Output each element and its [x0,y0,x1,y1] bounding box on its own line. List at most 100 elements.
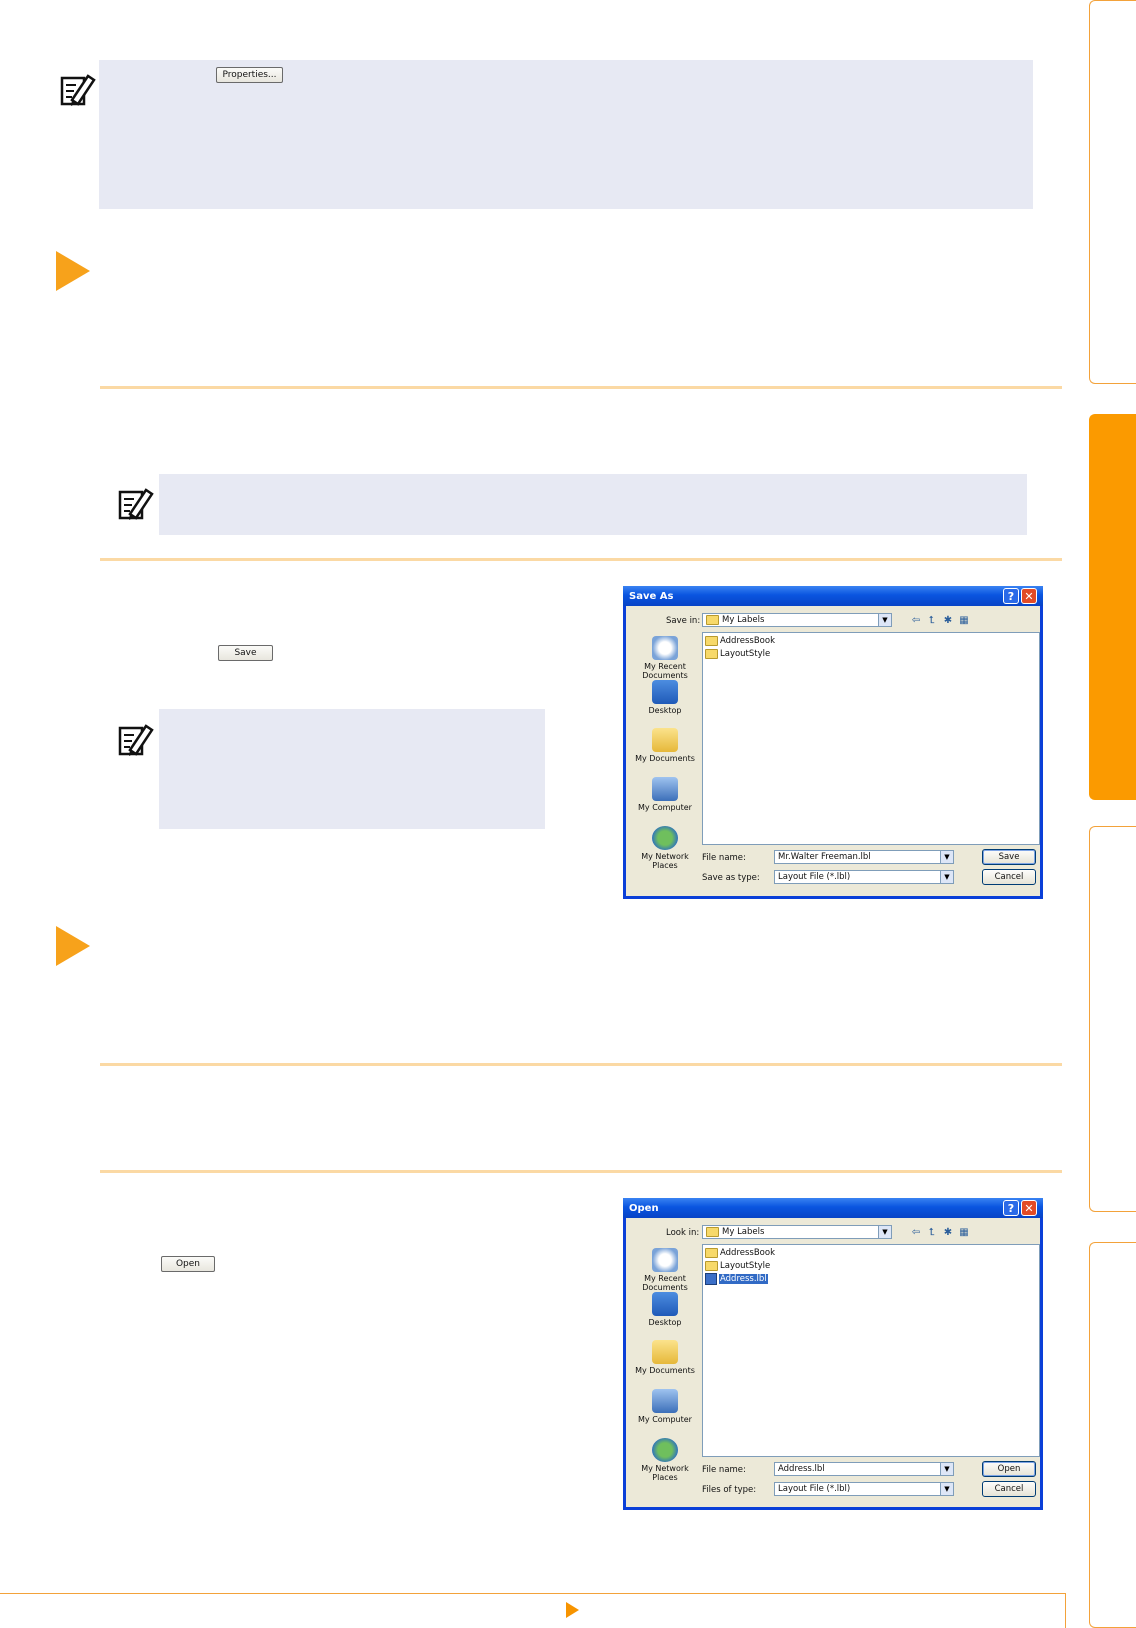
open-dialog: Open ? ✕ Look in: My Labels ▼ ⇦ ⮤ ✱ ▦ My… [623,1198,1043,1510]
back-icon[interactable]: ⇦ [910,1226,922,1238]
folder-icon [705,636,718,646]
place-label: My Documents [635,1366,695,1375]
file-name: LayoutStyle [720,1261,771,1271]
help-icon[interactable]: ? [1003,588,1019,604]
next-page-arrow-icon[interactable] [566,1602,579,1618]
save-button[interactable]: Save [982,849,1036,865]
cancel-button[interactable]: Cancel [982,1481,1036,1497]
place-recent[interactable]: My Recent Documents [630,1248,700,1292]
chevron-down-icon: ▼ [878,1226,891,1238]
side-tab-3[interactable] [1089,826,1136,1212]
recent-documents-icon [652,1248,678,1272]
file-list[interactable]: AddressBook LayoutStyle Address.lbl [702,1244,1040,1457]
up-folder-icon[interactable]: ⮤ [926,1226,938,1238]
memo-pencil-icon [58,70,96,108]
dialog-title: Save As [629,590,674,602]
place-my-documents[interactable]: My Documents [630,728,700,763]
place-label: My Recent Documents [642,662,688,680]
location-label: Save in: [666,616,701,626]
place-network[interactable]: My Network Places [630,826,700,870]
help-icon[interactable]: ? [1003,1200,1019,1216]
section-divider [100,386,1062,389]
dialog-title-bar: Save As ? ✕ [623,586,1043,606]
list-item[interactable]: LayoutStyle [705,1260,770,1272]
location-dropdown[interactable]: My Labels ▼ [702,1225,892,1239]
new-folder-icon[interactable]: ✱ [942,614,954,626]
folder-icon [706,1227,719,1237]
chevron-down-icon: ▼ [940,1483,953,1495]
up-folder-icon[interactable]: ⮤ [926,614,938,626]
filetype-dropdown[interactable]: Layout File (*.lbl) ▼ [774,1482,954,1496]
place-recent[interactable]: My Recent Documents [630,636,700,680]
place-label: My Computer [638,803,692,812]
memo-pencil-icon [116,484,154,522]
place-label: My Network Places [641,1464,689,1482]
place-desktop[interactable]: Desktop [630,680,700,715]
label-file-icon [705,1273,717,1285]
properties-button[interactable]: Properties... [216,67,283,83]
file-name: Address.lbl [719,1274,768,1284]
network-places-icon [652,826,678,850]
filename-label: File name: [702,1465,746,1475]
list-item-selected[interactable]: Address.lbl [705,1273,768,1285]
place-label: Desktop [648,706,682,715]
side-tab-1[interactable] [1089,0,1136,384]
my-computer-icon [652,777,678,801]
place-my-documents[interactable]: My Documents [630,1340,700,1375]
folder-icon [705,1261,718,1271]
chevron-down-icon: ▼ [940,851,953,863]
list-item[interactable]: AddressBook [705,635,775,647]
filename-input[interactable]: Mr.Walter Freeman.lbl ▼ [774,850,954,864]
folder-icon [705,649,718,659]
list-item[interactable]: AddressBook [705,1247,775,1259]
view-menu-icon[interactable]: ▦ [958,614,970,626]
open-button-inline[interactable]: Open [161,1256,215,1272]
filetype-value: Layout File (*.lbl) [778,1484,851,1494]
filename-input[interactable]: Address.lbl ▼ [774,1462,954,1476]
save-button-inline[interactable]: Save [218,645,273,661]
place-label: My Documents [635,754,695,763]
recent-documents-icon [652,636,678,660]
filename-label: File name: [702,853,746,863]
back-icon[interactable]: ⇦ [910,614,922,626]
location-dropdown[interactable]: My Labels ▼ [702,613,892,627]
my-documents-icon [652,728,678,752]
file-name: LayoutStyle [720,649,771,659]
list-item[interactable]: LayoutStyle [705,648,770,660]
section-divider [100,558,1062,561]
place-label: My Recent Documents [642,1274,688,1292]
place-my-computer[interactable]: My Computer [630,777,700,812]
open-button[interactable]: Open [982,1461,1036,1477]
place-desktop[interactable]: Desktop [630,1292,700,1327]
place-my-computer[interactable]: My Computer [630,1389,700,1424]
new-folder-icon[interactable]: ✱ [942,1226,954,1238]
my-computer-icon [652,1389,678,1413]
file-list[interactable]: AddressBook LayoutStyle [702,632,1040,845]
close-icon[interactable]: ✕ [1021,588,1037,604]
side-tab-4[interactable] [1089,1242,1136,1628]
folder-icon [706,615,719,625]
file-name: AddressBook [720,1248,776,1258]
side-tab-2-active[interactable] [1089,414,1136,800]
file-name: AddressBook [720,636,776,646]
note-box-filename [159,709,545,829]
memo-pencil-icon [116,720,154,758]
chevron-down-icon: ▼ [940,1463,953,1475]
close-icon[interactable]: ✕ [1021,1200,1037,1216]
place-network[interactable]: My Network Places [630,1438,700,1482]
location-value: My Labels [722,615,765,625]
section-divider [100,1063,1062,1066]
footer-bar [0,1593,1066,1628]
place-label: My Network Places [641,852,689,870]
cancel-button[interactable]: Cancel [982,869,1036,885]
chevron-down-icon: ▼ [878,614,891,626]
dialog-title: Open [629,1202,659,1214]
desktop-icon [652,680,678,704]
filetype-label: Files of type: [702,1485,757,1495]
location-label: Look in: [666,1228,700,1238]
filetype-dropdown[interactable]: Layout File (*.lbl) ▼ [774,870,954,884]
folder-icon [705,1248,718,1258]
view-menu-icon[interactable]: ▦ [958,1226,970,1238]
filename-value: Mr.Walter Freeman.lbl [778,852,871,862]
chevron-down-icon: ▼ [940,871,953,883]
